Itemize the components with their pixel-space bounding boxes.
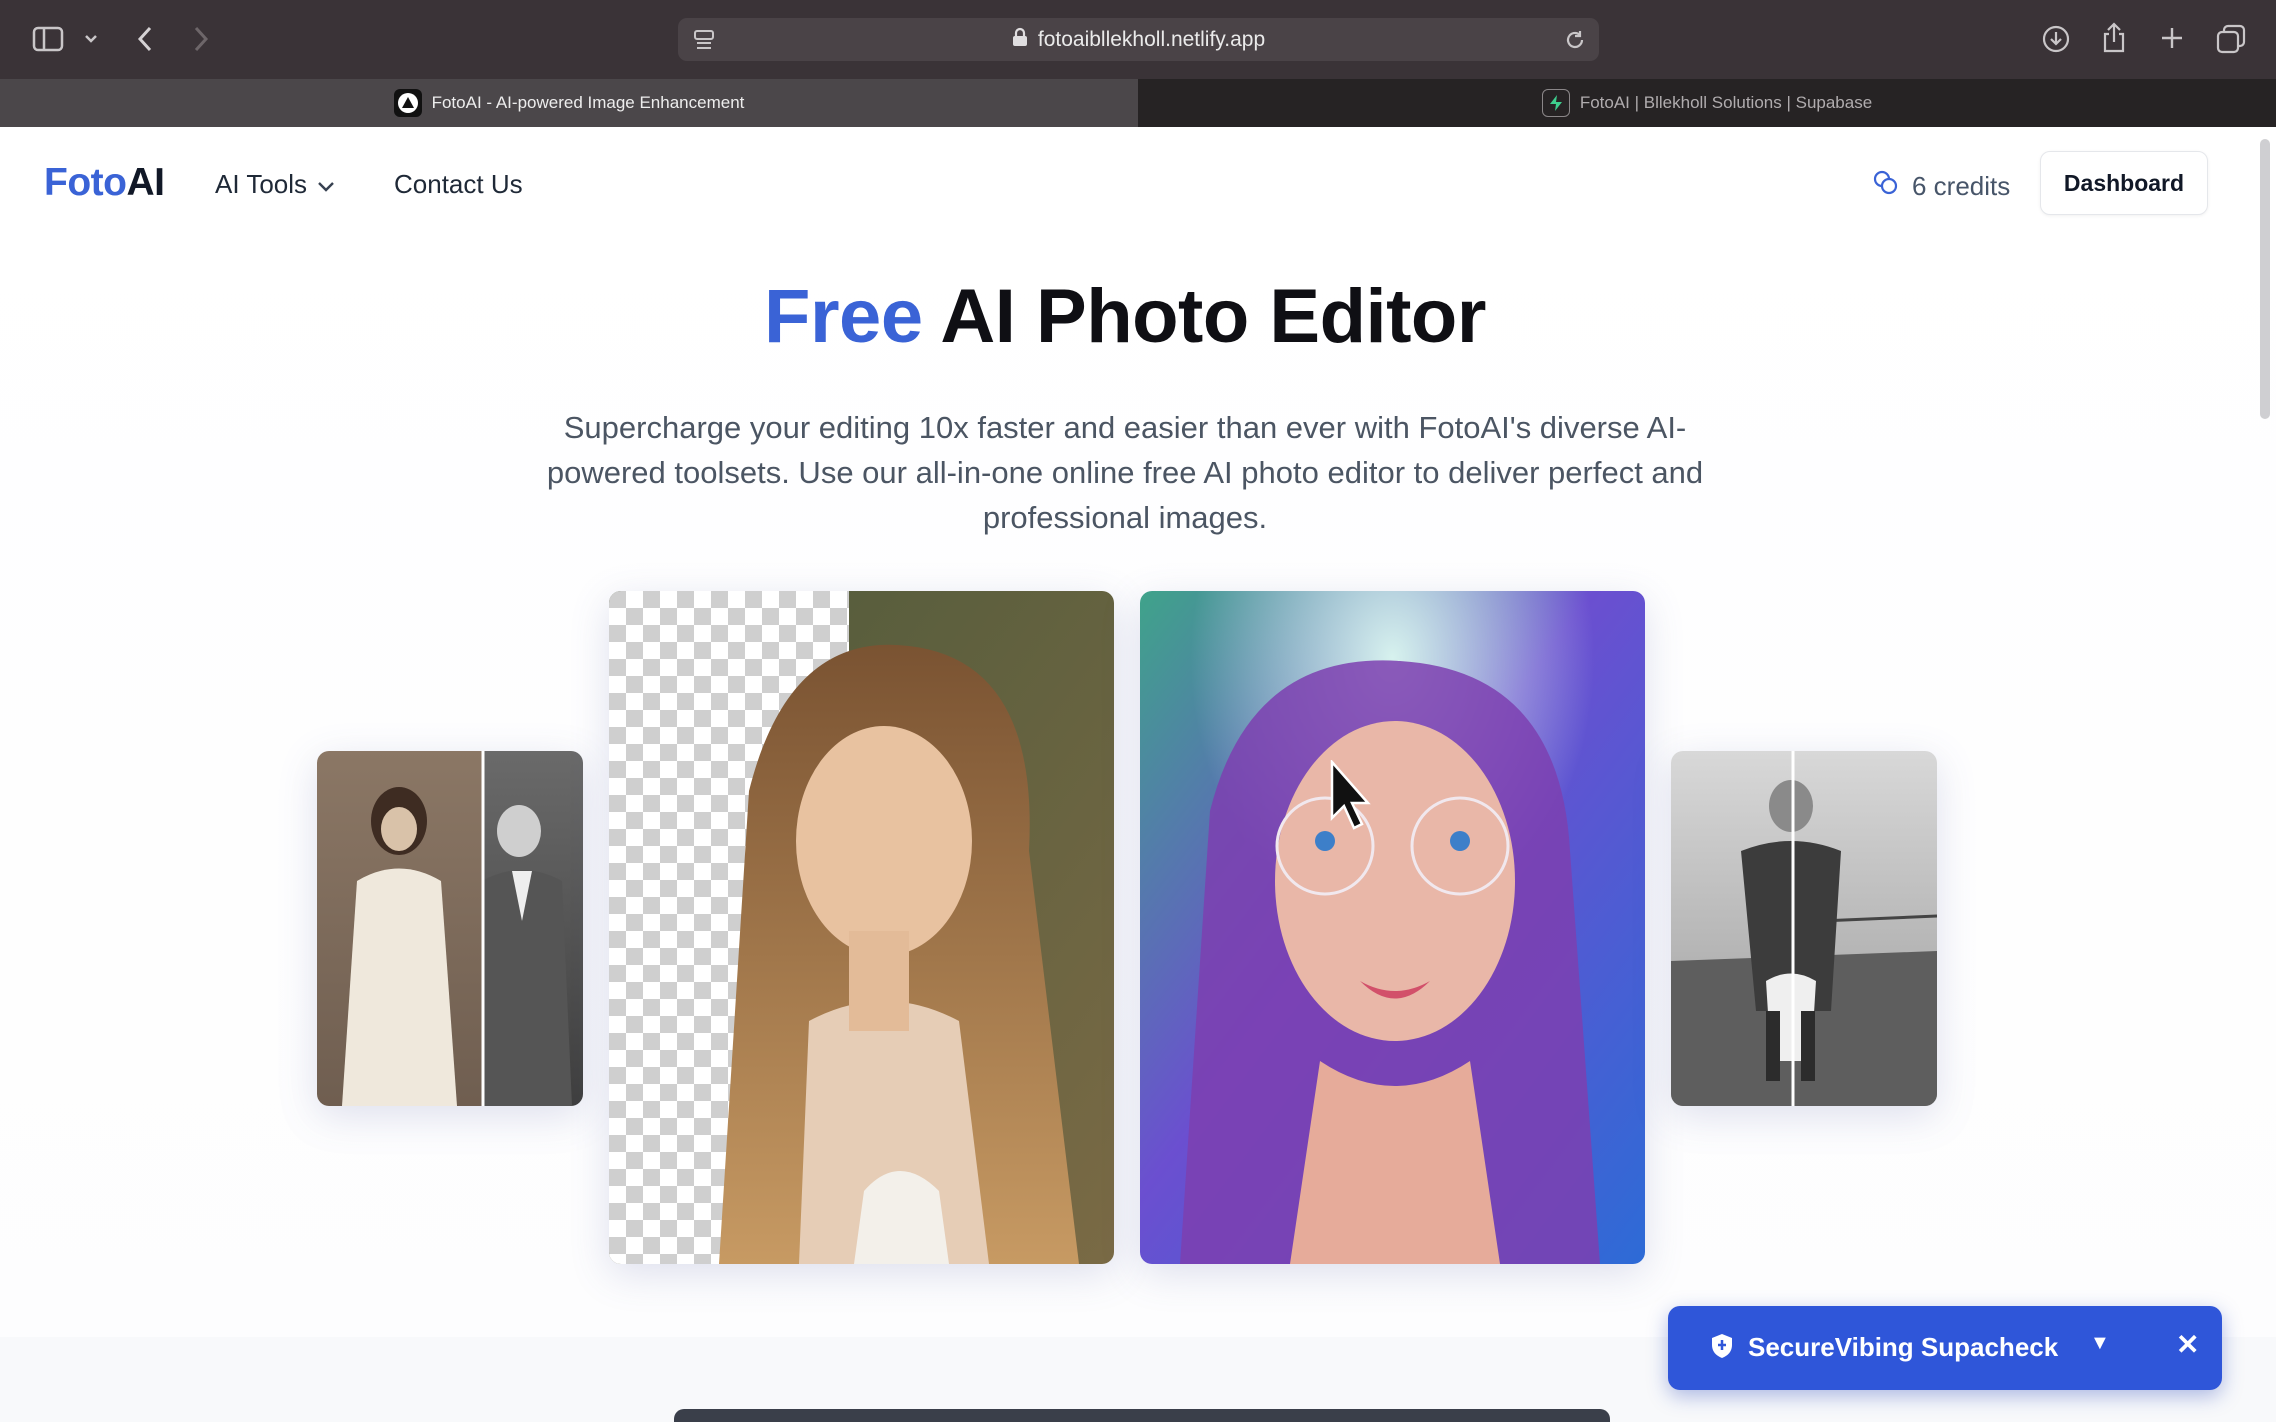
download-icon[interactable] [2040,22,2072,56]
credits-icon [1872,169,1900,204]
credits-text: 6 credits [1912,171,2011,201]
plus-icon[interactable] [2157,22,2187,54]
tab-bar: FotoAI - AI-powered Image Enhancement Fo… [0,79,2276,127]
shield-icon [1710,1332,1734,1365]
nav-ai-tools[interactable]: AI Tools [215,169,335,200]
hero-title-rest: AI Photo Editor [940,274,1486,359]
supabase-favicon-icon [1541,89,1570,117]
tabs-overview-icon[interactable] [2214,22,2248,56]
share-icon[interactable] [2098,20,2130,56]
tab-supabase[interactable]: FotoAI | Bllekholl Solutions | Supabase [1138,79,2276,127]
vintage-father-child-photo [1671,751,1937,1106]
hero-subtitle: Supercharge your editing 10x faster and … [546,410,1704,535]
fotoai-logo[interactable]: FotoAI [44,161,165,205]
close-icon[interactable]: ✕ [2176,1328,2199,1361]
chevron-down-icon[interactable] [80,28,102,50]
background-removal-portrait [609,591,1114,1264]
securevibing-widget[interactable]: SecureVibing Supacheck ▼ ✕ [1668,1306,2222,1390]
tab-fotoai[interactable]: FotoAI - AI-powered Image Enhancement [0,79,1138,127]
forward-icon[interactable] [186,22,216,56]
next-section-preview [674,1409,1610,1422]
vintage-children-photo [317,751,583,1106]
nav-ai-tools-label: AI Tools [215,169,308,199]
fotoai-favicon-icon [393,89,422,117]
mouse-cursor-icon [1330,758,1372,835]
ai-enhanced-portrait [1140,591,1645,1264]
back-icon[interactable] [130,22,160,56]
tab-title: FotoAI | Bllekholl Solutions | Supabase [1579,93,1873,112]
browser-toolbar: fotoaibllekholl.netlify.app [0,0,2276,79]
nav-contact-us[interactable]: Contact Us [394,169,523,200]
reload-icon[interactable] [1562,27,1588,53]
dashboard-button[interactable]: Dashboard [2040,151,2208,215]
logo-part2: AI [126,161,165,204]
hero-title: Free AI Photo Editor [0,273,2250,360]
address-bar[interactable]: fotoaibllekholl.netlify.app [678,18,1599,61]
sidebar-icon[interactable] [30,24,66,54]
chevron-down-icon [317,169,335,200]
widget-label: SecureVibing Supacheck [1748,1332,2059,1362]
url-text: fotoaibllekholl.netlify.app [1037,27,1266,51]
page-scrollbar[interactable] [2260,139,2270,419]
logo-part1: Foto [44,161,127,204]
web-page: FotoAI AI Tools Contact Us 6 credits Das… [0,127,2276,1422]
nav-contact-label: Contact Us [394,169,523,199]
credits-indicator: 6 credits [1872,169,2010,204]
lock-icon [1012,27,1028,53]
hero-title-accent: Free [764,274,923,359]
widget-expand-toggle[interactable]: ▼ [2090,1332,2110,1355]
tab-title: FotoAI - AI-powered Image Enhancement [431,93,745,112]
